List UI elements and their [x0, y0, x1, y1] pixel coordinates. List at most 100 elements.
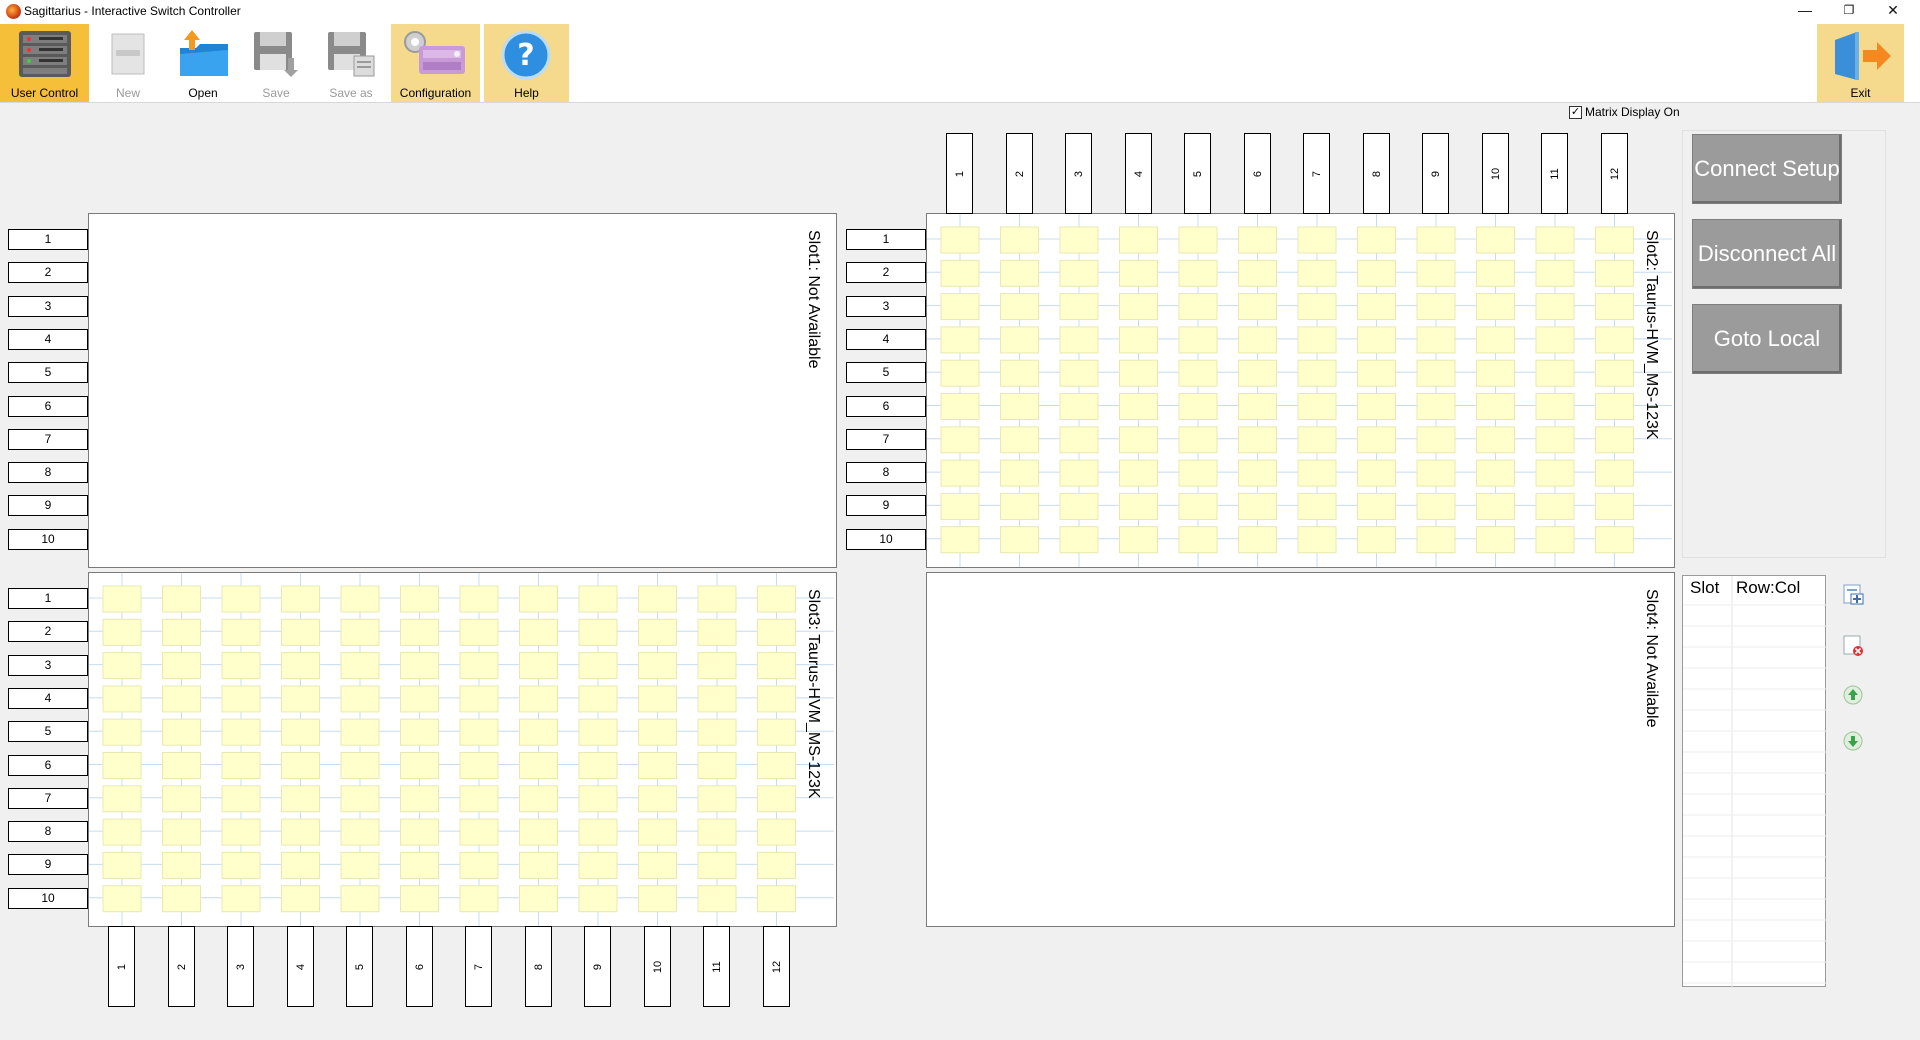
slot2-crosspoint-cell[interactable]: [1416, 526, 1456, 554]
slot2-crosspoint-cell[interactable]: [1238, 459, 1277, 487]
slot3-crosspoint-cell[interactable]: [281, 851, 320, 879]
slot2-crosspoint-cell[interactable]: [1416, 393, 1456, 420]
slot2-crosspoint-cell[interactable]: [1476, 526, 1515, 554]
slot2-crosspoint-cell[interactable]: [1059, 526, 1099, 554]
slot3-crosspoint-cell[interactable]: [697, 851, 737, 879]
slot3-crosspoint-cell[interactable]: [162, 718, 201, 746]
slot2-crosspoint-cell[interactable]: [1357, 226, 1396, 254]
slot3-crosspoint-cell[interactable]: [638, 652, 677, 680]
slot3-crosspoint-cell[interactable]: [519, 851, 558, 879]
connect-setup-button[interactable]: Connect Setup: [1692, 134, 1842, 204]
slot2-crosspoint-cell[interactable]: [1000, 393, 1039, 420]
slot2-crosspoint-cell[interactable]: [1416, 492, 1456, 520]
slot3-crosspoint-cell[interactable]: [638, 818, 677, 846]
slot3-crosspoint-cell[interactable]: [519, 618, 558, 646]
slot3-crosspoint-cell[interactable]: [400, 785, 439, 813]
slot3-crosspoint-cell[interactable]: [459, 652, 499, 680]
slot3-crosspoint-cell[interactable]: [102, 652, 142, 680]
slot2-crosspoint-cell[interactable]: [1476, 393, 1515, 420]
slot2-crosspoint-cell[interactable]: [1119, 293, 1158, 321]
slot2-crosspoint-cell[interactable]: [1178, 393, 1218, 420]
slot2-crosspoint-cell[interactable]: [1238, 326, 1277, 354]
slot2-crosspoint-cell[interactable]: [1595, 359, 1634, 387]
slot3-crosspoint-grid[interactable]: [89, 573, 837, 927]
slot2-crosspoint-cell[interactable]: [1357, 492, 1396, 520]
slot3-crosspoint-cell[interactable]: [221, 752, 261, 779]
slot2-crosspoint-cell[interactable]: [1297, 226, 1337, 254]
slot3-crosspoint-cell[interactable]: [221, 818, 261, 846]
matrix-display-checkbox[interactable]: ✓: [1569, 105, 1582, 119]
slot3-crosspoint-cell[interactable]: [221, 851, 261, 879]
slot2-crosspoint-cell[interactable]: [1416, 226, 1456, 254]
slot3-crosspoint-cell[interactable]: [281, 685, 320, 713]
slot3-crosspoint-cell[interactable]: [638, 618, 677, 646]
slot3-crosspoint-cell[interactable]: [697, 785, 737, 813]
slot3-crosspoint-cell[interactable]: [638, 752, 677, 779]
slot3-crosspoint-cell[interactable]: [578, 818, 618, 846]
slot2-crosspoint-cell[interactable]: [1000, 226, 1039, 254]
slot3-crosspoint-cell[interactable]: [519, 785, 558, 813]
slot3-crosspoint-cell[interactable]: [400, 752, 439, 779]
slot3-crosspoint-cell[interactable]: [578, 752, 618, 779]
slot2-crosspoint-cell[interactable]: [1357, 459, 1396, 487]
slot2-crosspoint-cell[interactable]: [1000, 259, 1039, 287]
slot2-crosspoint-cell[interactable]: [1357, 393, 1396, 420]
slot3-crosspoint-cell[interactable]: [400, 851, 439, 879]
slot2-crosspoint-cell[interactable]: [1000, 359, 1039, 387]
slot2-crosspoint-cell[interactable]: [1476, 359, 1515, 387]
slot2-crosspoint-cell[interactable]: [1535, 359, 1575, 387]
slot3-crosspoint-cell[interactable]: [519, 718, 558, 746]
slot2-crosspoint-cell[interactable]: [1059, 393, 1099, 420]
slot2-crosspoint-cell[interactable]: [1059, 293, 1099, 321]
slot3-crosspoint-cell[interactable]: [578, 885, 618, 913]
slot2-crosspoint-cell[interactable]: [1000, 326, 1039, 354]
slot2-crosspoint-cell[interactable]: [1535, 293, 1575, 321]
slot3-crosspoint-cell[interactable]: [697, 618, 737, 646]
slot2-crosspoint-cell[interactable]: [1476, 293, 1515, 321]
slot3-crosspoint-cell[interactable]: [459, 818, 499, 846]
slot2-crosspoint-cell[interactable]: [940, 226, 980, 254]
user-control-button[interactable]: User Control: [0, 24, 89, 102]
slot2-crosspoint-cell[interactable]: [1416, 426, 1456, 454]
slot2-crosspoint-cell[interactable]: [1297, 259, 1337, 287]
slot3-crosspoint-cell[interactable]: [281, 885, 320, 913]
slot3-crosspoint-cell[interactable]: [697, 718, 737, 746]
slot2-crosspoint-cell[interactable]: [1595, 426, 1634, 454]
slot2-crosspoint-cell[interactable]: [1297, 459, 1337, 487]
slot2-crosspoint-cell[interactable]: [1059, 226, 1099, 254]
slot3-crosspoint-cell[interactable]: [162, 652, 201, 680]
slot2-crosspoint-cell[interactable]: [1178, 259, 1218, 287]
slot2-crosspoint-cell[interactable]: [1535, 226, 1575, 254]
slot3-crosspoint-cell[interactable]: [340, 618, 380, 646]
slot3-crosspoint-cell[interactable]: [162, 752, 201, 779]
slot3-crosspoint-cell[interactable]: [459, 718, 499, 746]
slot3-crosspoint-cell[interactable]: [400, 885, 439, 913]
slot3-crosspoint-cell[interactable]: [340, 752, 380, 779]
slot2-crosspoint-cell[interactable]: [1535, 492, 1575, 520]
slot3-crosspoint-cell[interactable]: [340, 785, 380, 813]
slot2-crosspoint-cell[interactable]: [1595, 293, 1634, 321]
slot2-crosspoint-cell[interactable]: [1119, 259, 1158, 287]
slot2-crosspoint-cell[interactable]: [1059, 359, 1099, 387]
slot3-crosspoint-cell[interactable]: [281, 818, 320, 846]
slot2-crosspoint-cell[interactable]: [940, 259, 980, 287]
slot3-crosspoint-cell[interactable]: [340, 718, 380, 746]
slot2-crosspoint-cell[interactable]: [1119, 393, 1158, 420]
slot3-crosspoint-cell[interactable]: [757, 785, 796, 813]
slot3-crosspoint-cell[interactable]: [400, 585, 439, 613]
slot2-crosspoint-cell[interactable]: [940, 326, 980, 354]
slot3-crosspoint-cell[interactable]: [459, 851, 499, 879]
slot3-crosspoint-cell[interactable]: [221, 585, 261, 613]
slot2-crosspoint-cell[interactable]: [940, 492, 980, 520]
slot3-crosspoint-cell[interactable]: [281, 652, 320, 680]
matrix-display-toggle[interactable]: ✓ Matrix Display On: [1569, 105, 1680, 119]
open-button[interactable]: Open: [166, 24, 240, 102]
slot2-crosspoint-cell[interactable]: [1000, 459, 1039, 487]
slot3-crosspoint-cell[interactable]: [221, 618, 261, 646]
slot2-crosspoint-cell[interactable]: [1476, 426, 1515, 454]
slot2-crosspoint-cell[interactable]: [940, 359, 980, 387]
slot3-crosspoint-cell[interactable]: [162, 618, 201, 646]
save-as-button[interactable]: Save as: [318, 24, 384, 102]
slot3-crosspoint-cell[interactable]: [340, 585, 380, 613]
exit-button[interactable]: Exit: [1817, 24, 1904, 102]
